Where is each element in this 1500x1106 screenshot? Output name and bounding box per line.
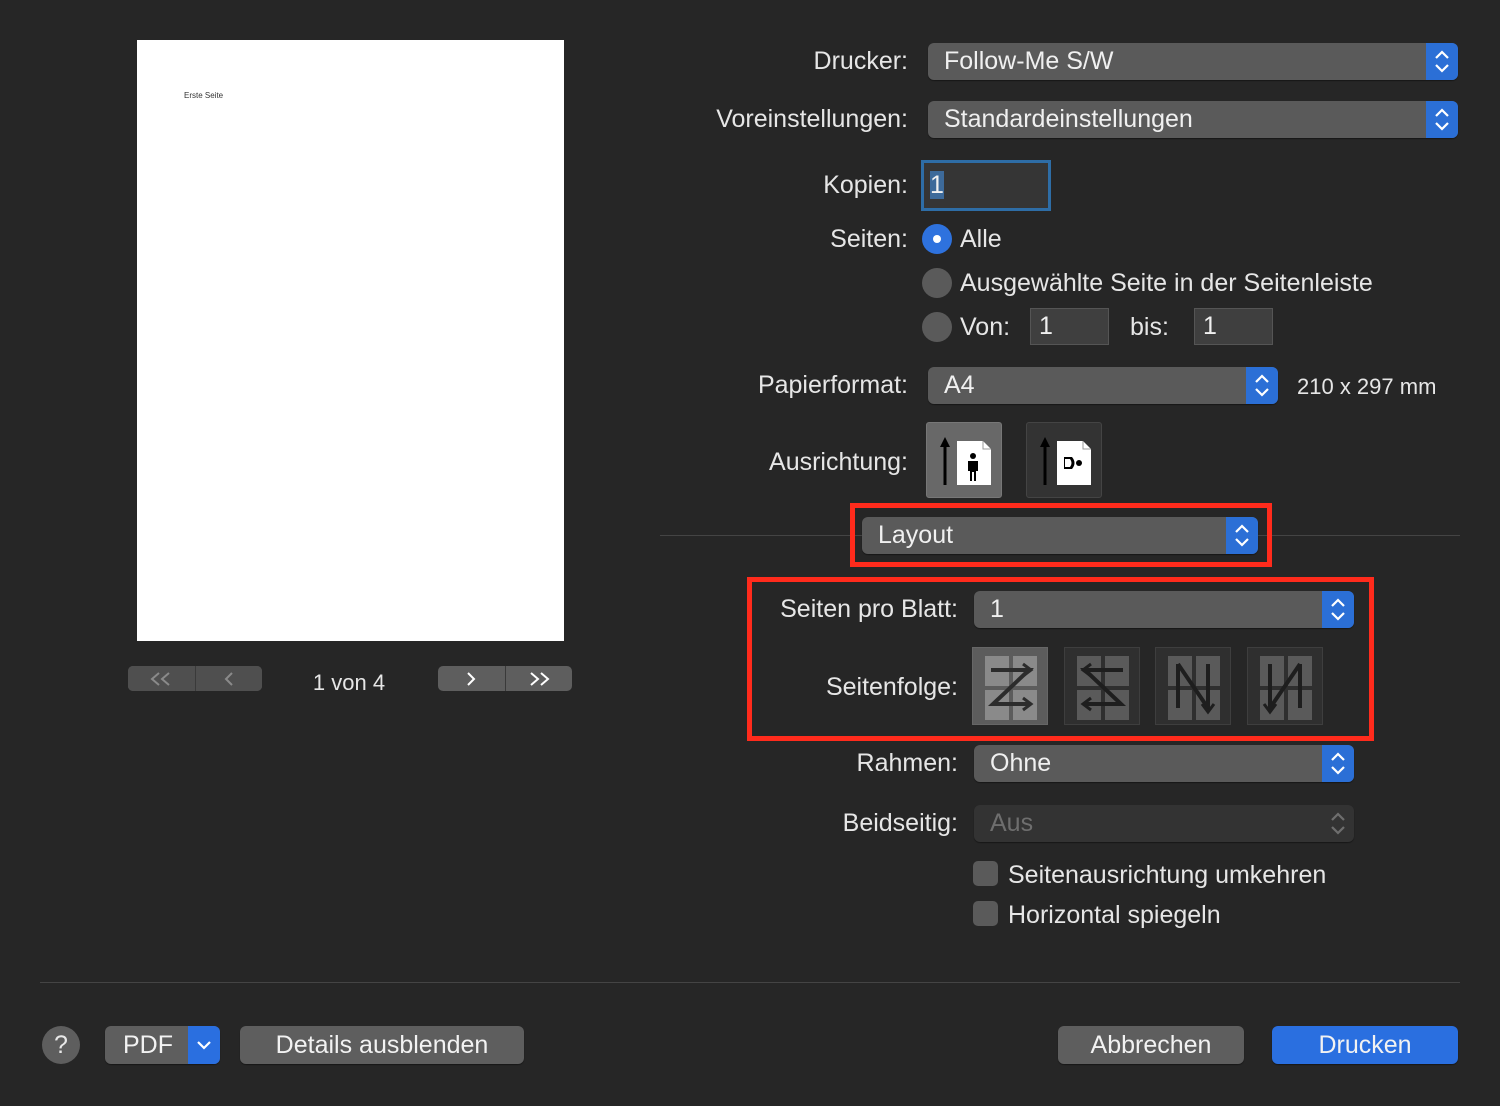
cancel-button[interactable]: Abbrechen [1058, 1026, 1244, 1064]
flip-horizontal-checkbox[interactable] [973, 901, 998, 926]
updown-chevron-icon [1426, 101, 1458, 138]
double-chevron-left-icon [150, 671, 170, 686]
printer-value: Follow-Me S/W [944, 47, 1114, 75]
copies-label: Kopien: [823, 171, 908, 199]
copies-value: 1 [930, 171, 944, 199]
paper-size-popup[interactable]: A4 [928, 367, 1278, 404]
pages-selected-label: Ausgewählte Seite in der Seitenleiste [960, 269, 1373, 297]
presets-label: Voreinstellungen: [716, 105, 908, 133]
border-label: Rahmen: [856, 749, 958, 777]
presets-value: Standardeinstellungen [944, 105, 1193, 133]
hide-details-button[interactable]: Details ausblenden [240, 1026, 524, 1064]
last-page-button[interactable] [504, 666, 573, 691]
landscape-orientation-button[interactable] [1026, 422, 1102, 498]
chevron-right-icon [467, 671, 476, 686]
duplex-value: Aus [990, 809, 1034, 837]
help-button[interactable]: ? [42, 1026, 80, 1064]
copies-input[interactable]: 1 [921, 160, 1051, 211]
page-preview: Erste Seite [137, 40, 564, 641]
printer-label: Drucker: [813, 47, 908, 75]
next-page-button[interactable] [438, 666, 505, 691]
pdf-label: PDF [123, 1031, 173, 1059]
paper-size-label: Papierformat: [757, 371, 908, 399]
updown-chevron-icon [1322, 805, 1354, 842]
pages-label: Seiten: [830, 225, 908, 253]
portrait-icon [940, 437, 991, 485]
printer-popup[interactable]: Follow-Me S/W [928, 43, 1458, 80]
reverse-orientation-label: Seitenausrichtung umkehren [1008, 861, 1327, 889]
pages-all-label: Alle [960, 225, 1002, 253]
footer-divider [40, 982, 1460, 983]
highlight-box-section [850, 503, 1272, 567]
orientation-label: Ausrichtung: [769, 448, 908, 476]
updown-chevron-icon [1246, 367, 1278, 404]
pages-all-radio[interactable] [922, 224, 952, 254]
pages-from-input[interactable]: 1 [1030, 308, 1109, 345]
preview-forward-nav [438, 666, 572, 691]
reverse-orientation-checkbox[interactable] [973, 861, 998, 886]
page-indicator: 1 von 4 [312, 670, 386, 695]
paper-dimensions: 210 x 297 mm [1297, 374, 1437, 399]
landscape-icon [1040, 437, 1091, 485]
duplex-popup: Aus [974, 805, 1354, 842]
preview-page-text: Erste Seite [184, 91, 224, 100]
updown-chevron-icon [1426, 43, 1458, 80]
double-chevron-right-icon [530, 671, 550, 686]
updown-chevron-icon [1322, 745, 1354, 782]
pages-to-label: bis: [1130, 313, 1169, 341]
chevron-left-icon [224, 671, 233, 686]
presets-popup[interactable]: Standardeinstellungen [928, 101, 1458, 138]
previous-page-button[interactable] [194, 666, 262, 691]
pages-selected-radio[interactable] [922, 268, 952, 298]
portrait-orientation-button[interactable] [926, 422, 1002, 498]
paper-size-value: A4 [944, 371, 975, 399]
highlight-box-layout [747, 577, 1374, 741]
border-value: Ohne [990, 749, 1052, 777]
pages-from-label: Von: [960, 313, 1011, 341]
pages-range-radio[interactable] [922, 312, 952, 342]
flip-horizontal-label: Horizontal spiegeln [1008, 901, 1221, 929]
border-popup[interactable]: Ohne [974, 745, 1354, 782]
print-button[interactable]: Drucken [1272, 1026, 1458, 1064]
preview-back-nav [128, 666, 262, 691]
chevron-down-icon[interactable] [188, 1026, 220, 1064]
pages-to-input[interactable]: 1 [1194, 308, 1273, 345]
duplex-label: Beidseitig: [842, 809, 958, 837]
first-page-button[interactable] [128, 666, 195, 691]
